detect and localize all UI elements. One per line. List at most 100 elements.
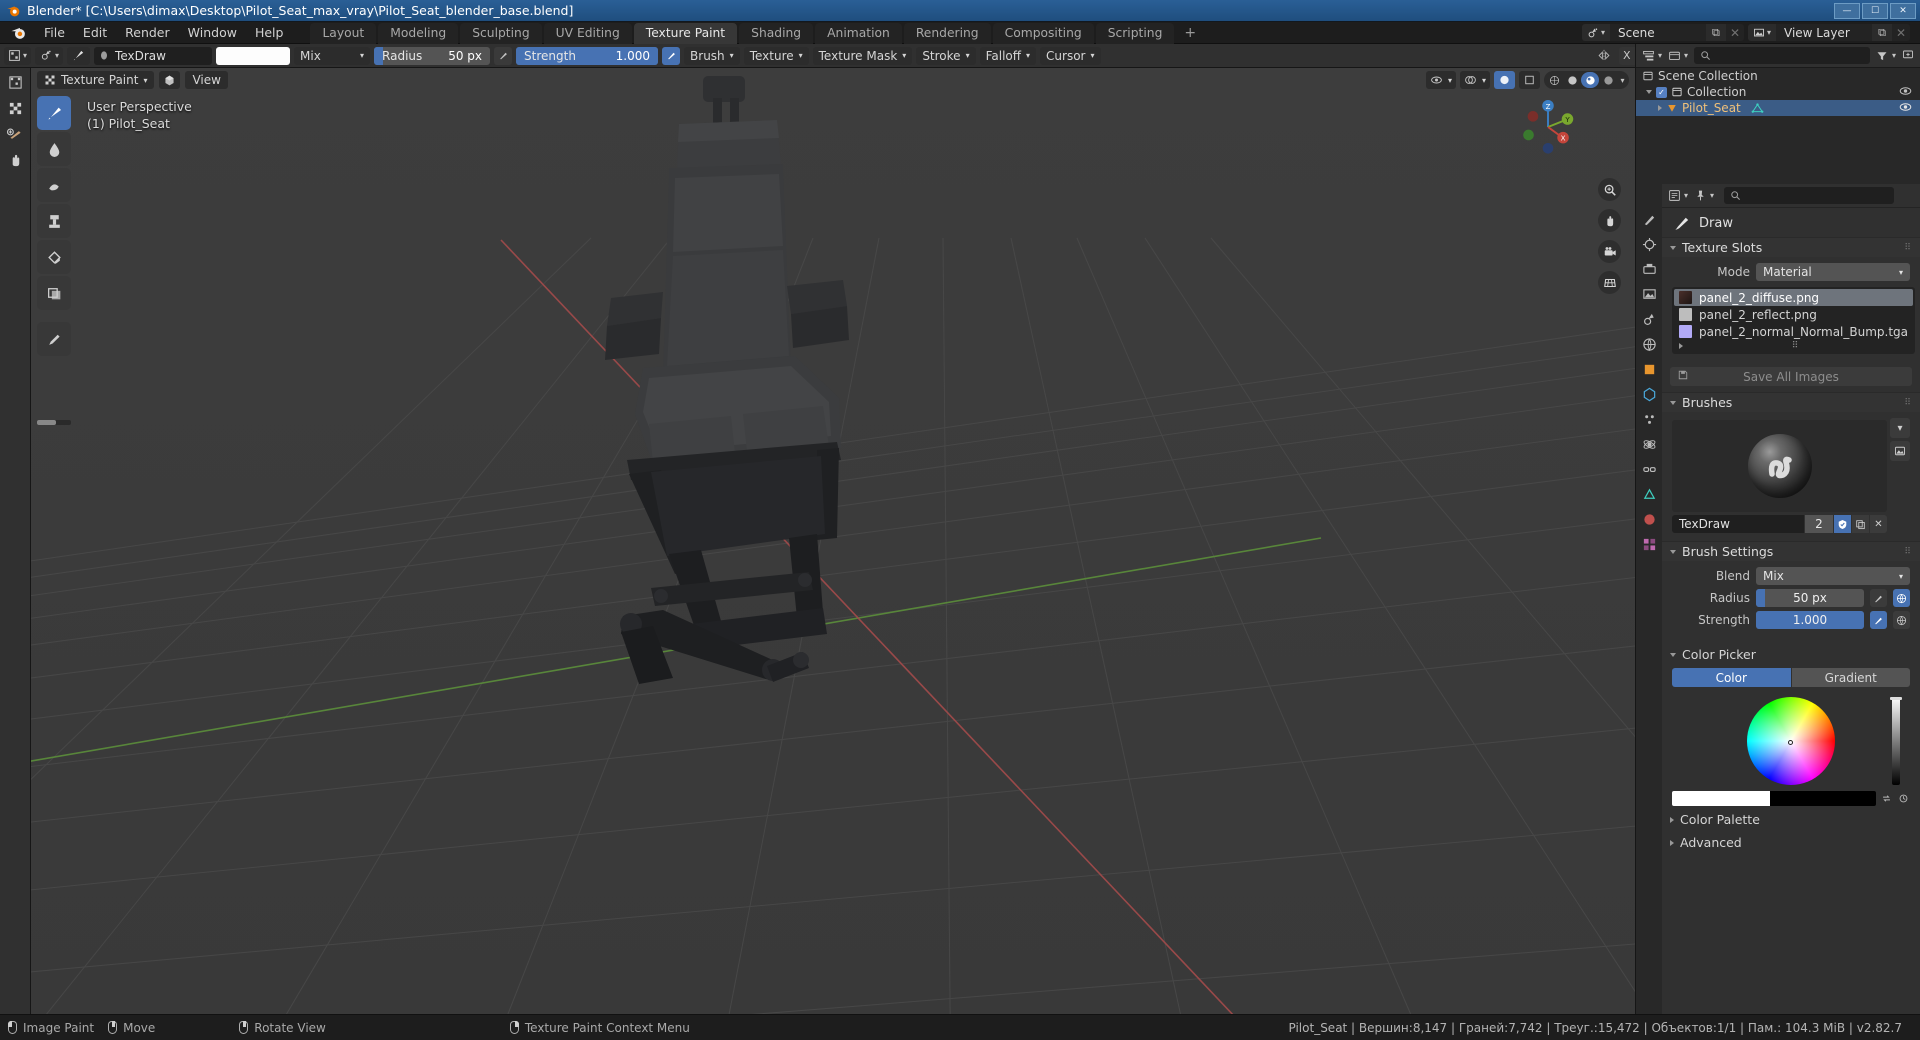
panel-collapse-icon-advanced[interactable] bbox=[1670, 839, 1674, 846]
viewlayer-remove-button[interactable]: ✕ bbox=[1892, 24, 1910, 41]
panel-collapse-icon-brush-settings[interactable] bbox=[1670, 549, 1676, 554]
brush-tool-icon[interactable] bbox=[67, 46, 91, 65]
tab-texture-paint[interactable]: Texture Paint bbox=[633, 22, 738, 44]
camera-icon[interactable] bbox=[1598, 240, 1621, 263]
tab-sculpting[interactable]: Sculpting bbox=[460, 22, 542, 44]
menu-help[interactable]: Help bbox=[246, 23, 293, 42]
3d-viewport[interactable]: Texture Paint ▾ View ▾ ▾ ▾ User Perspect… bbox=[31, 68, 1635, 1014]
brush-color-swatch[interactable] bbox=[216, 46, 291, 65]
tab-uv-editing[interactable]: UV Editing bbox=[543, 22, 632, 44]
maximize-button[interactable]: ☐ bbox=[1862, 2, 1888, 19]
checker-icon[interactable] bbox=[2, 96, 28, 120]
collection-expand-icon[interactable] bbox=[1646, 90, 1652, 94]
zoom-icon[interactable] bbox=[1598, 178, 1621, 201]
hand-icon[interactable] bbox=[1598, 209, 1621, 232]
editor-type-icon[interactable] bbox=[2, 70, 28, 94]
viewlayer-name[interactable]: View Layer bbox=[1776, 24, 1872, 41]
gradient-tab[interactable]: Gradient bbox=[1791, 668, 1910, 687]
properties-search-input[interactable] bbox=[1724, 187, 1895, 204]
shading-wireframe[interactable] bbox=[1545, 72, 1563, 88]
menu-file[interactable]: File bbox=[35, 23, 74, 42]
value-slider[interactable] bbox=[1890, 697, 1902, 785]
tab-physics-icon[interactable] bbox=[1640, 435, 1658, 453]
collection-checkbox[interactable]: ✓ bbox=[1656, 86, 1667, 98]
outliner-new-collection-button[interactable] bbox=[1902, 48, 1914, 64]
tab-data-icon[interactable] bbox=[1640, 485, 1658, 503]
scene-name[interactable]: Scene bbox=[1609, 24, 1706, 41]
shading-mode-group[interactable]: ▾ bbox=[1544, 71, 1629, 89]
strength-unit-toggle[interactable] bbox=[1893, 611, 1910, 629]
scene-selector[interactable]: ▾ Scene ⧉ ✕ bbox=[1581, 24, 1744, 41]
fake-user-toggle[interactable] bbox=[1834, 515, 1851, 533]
tab-output-icon[interactable] bbox=[1640, 260, 1658, 278]
strength-slider[interactable]: Strength 1.000 bbox=[516, 46, 659, 65]
menu-falloff[interactable]: Falloff ▾ bbox=[979, 46, 1037, 65]
panel-header-advanced[interactable]: Advanced bbox=[1662, 833, 1920, 852]
tab-object-icon[interactable] bbox=[1640, 360, 1658, 378]
tab-particles-icon[interactable] bbox=[1640, 410, 1658, 428]
color-value-bar[interactable] bbox=[1672, 791, 1876, 806]
color-reset-icon[interactable] bbox=[1896, 791, 1910, 806]
tab-modeling[interactable]: Modeling bbox=[378, 22, 459, 44]
symmetry-icon[interactable] bbox=[1593, 47, 1615, 65]
tab-shading[interactable]: Shading bbox=[739, 22, 814, 44]
tab-material-icon[interactable] bbox=[1640, 510, 1658, 528]
strength-slider-prop[interactable]: 1.000 bbox=[1756, 611, 1864, 629]
tab-world-icon[interactable] bbox=[1640, 335, 1658, 353]
brush-preview[interactable] bbox=[1672, 420, 1887, 512]
minimize-button[interactable]: — bbox=[1834, 2, 1860, 19]
tool-annotate[interactable] bbox=[37, 322, 71, 356]
menu-stroke[interactable]: Stroke ▾ bbox=[916, 46, 976, 65]
menu-texture[interactable]: Texture ▾ bbox=[743, 46, 809, 65]
add-brush-icon[interactable] bbox=[2, 122, 28, 146]
tool-fill[interactable] bbox=[37, 240, 71, 274]
outliner-row-scene-collection[interactable]: Scene Collection bbox=[1636, 68, 1920, 84]
menu-edit[interactable]: Edit bbox=[74, 23, 116, 42]
texture-mode-dropdown[interactable]: Material ▾ bbox=[1756, 263, 1910, 281]
brush-browse-dropdown[interactable]: ▾ bbox=[1890, 418, 1910, 438]
scene-duplicate-button[interactable]: ⧉ bbox=[1705, 24, 1726, 41]
texture-slot-row-2[interactable]: panel_2_normal_Normal_Bump.tga bbox=[1674, 323, 1913, 340]
navigation-gizmo[interactable]: Z Y X bbox=[1517, 96, 1579, 158]
texture-slot-row-1[interactable]: panel_2_reflect.png bbox=[1674, 306, 1913, 323]
panel-collapse-icon-texture-slots[interactable] bbox=[1670, 245, 1676, 250]
pilot-seat-model[interactable] bbox=[31, 68, 1635, 1014]
brush-preview-toggle[interactable] bbox=[1890, 441, 1910, 461]
slot-list-expand-icon[interactable] bbox=[1679, 343, 1683, 349]
object-pivot-icon[interactable] bbox=[159, 71, 181, 89]
tab-modifiers-icon[interactable] bbox=[1640, 385, 1658, 403]
color-wheel[interactable] bbox=[1747, 697, 1835, 785]
viewport-view-menu[interactable]: View bbox=[185, 71, 228, 89]
strength-pressure-toggle-prop[interactable] bbox=[1870, 611, 1887, 629]
menu-window[interactable]: Window bbox=[179, 23, 246, 42]
scene-icon[interactable]: ▾ bbox=[1581, 24, 1610, 41]
radius-pressure-toggle[interactable] bbox=[494, 46, 513, 65]
texture-slot-row-0[interactable]: panel_2_diffuse.png bbox=[1674, 289, 1914, 306]
radius-pressure-toggle-prop[interactable] bbox=[1870, 589, 1887, 607]
menu-render[interactable]: Render bbox=[116, 23, 179, 42]
texture-slot-list[interactable]: panel_2_diffuse.png panel_2_reflect.png … bbox=[1672, 287, 1916, 354]
shading-dropdown[interactable]: ▾ bbox=[1617, 72, 1628, 88]
brush-users-count[interactable]: 2 bbox=[1805, 515, 1833, 533]
strength-pressure-toggle[interactable] bbox=[662, 46, 681, 65]
color-swap-icon[interactable] bbox=[1879, 791, 1893, 806]
xray-toggle[interactable] bbox=[1494, 71, 1515, 89]
panel-header-brush-settings[interactable]: Brush Settings ⠿ bbox=[1662, 541, 1920, 561]
outliner-search-input[interactable] bbox=[1694, 47, 1870, 64]
tab-animation[interactable]: Animation bbox=[815, 22, 902, 44]
properties-pin-toggle[interactable]: ▾ bbox=[1694, 189, 1714, 202]
radius-slider[interactable]: Radius 50 px bbox=[374, 46, 491, 65]
save-all-images-button[interactable]: Save All Images bbox=[1670, 367, 1912, 386]
panel-header-color-palette[interactable]: Color Palette bbox=[1662, 810, 1920, 829]
radius-slider-prop[interactable]: 50 px bbox=[1756, 589, 1864, 607]
close-button[interactable]: ✕ bbox=[1890, 2, 1916, 19]
brush-name-field[interactable]: TexDraw bbox=[94, 46, 213, 65]
menu-brush[interactable]: Brush ▾ bbox=[684, 46, 740, 65]
panel-header-texture-slots[interactable]: Texture Slots ⠿ bbox=[1662, 237, 1920, 257]
brush-size-mini-slider[interactable] bbox=[37, 420, 71, 425]
viewlayer-icon[interactable]: ▾ bbox=[1747, 24, 1776, 41]
visibility-icon[interactable]: ▾ bbox=[1425, 71, 1456, 89]
object-expand-icon[interactable] bbox=[1658, 105, 1662, 111]
editor-type-button[interactable]: ▾ bbox=[4, 46, 32, 65]
tab-compositing[interactable]: Compositing bbox=[992, 22, 1094, 44]
